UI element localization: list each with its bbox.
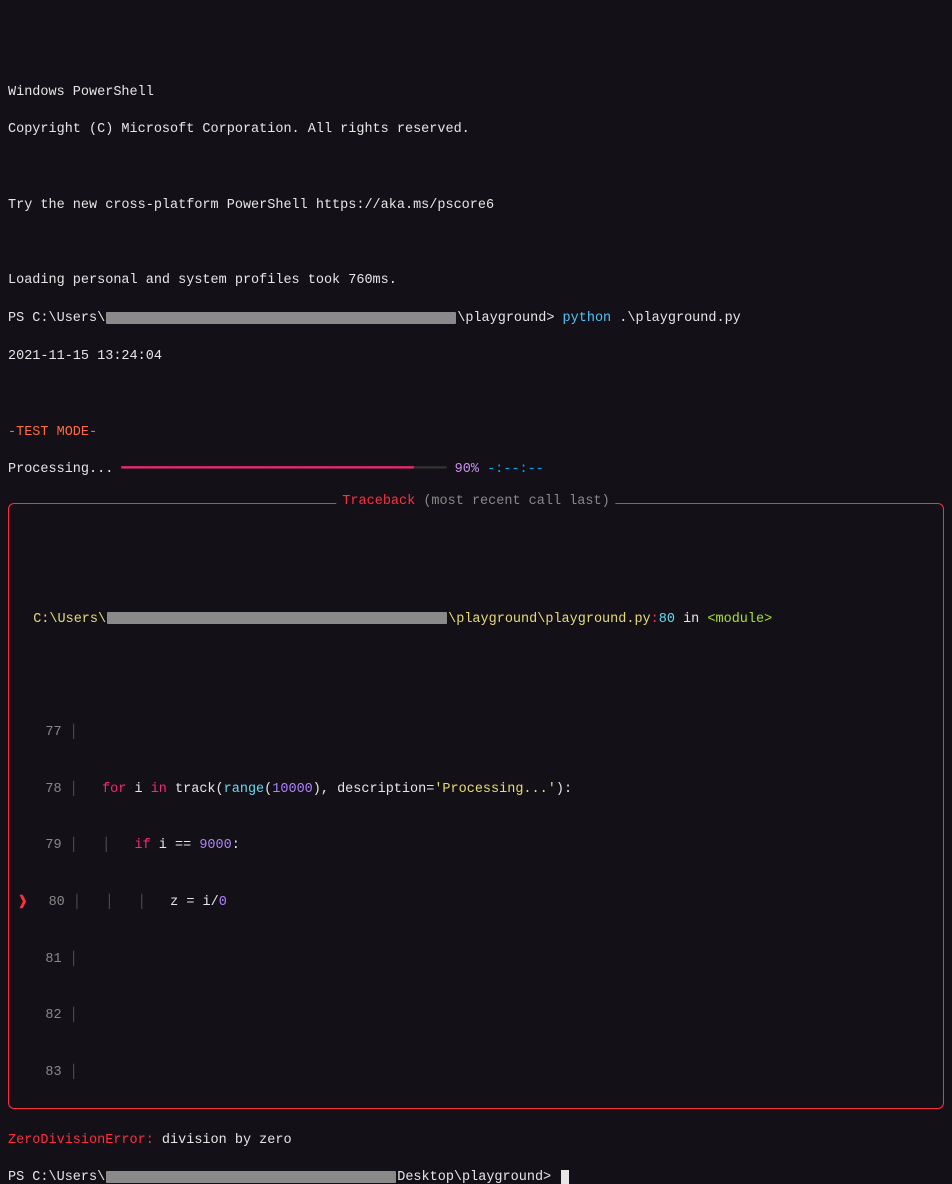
prompt-line-1[interactable]: PS C:\Users\ \playground> python .\playgr… — [8, 310, 944, 329]
error-message: division by zero — [154, 1133, 292, 1148]
prompt-prefix: PS C:\Users\ — [8, 311, 105, 326]
cursor-icon — [561, 1170, 569, 1184]
prompt-line-2[interactable]: PS C:\Users\Desktop\playground> — [8, 1169, 944, 1184]
code-line-79: 79 │ │ if i == 9000: — [17, 837, 935, 856]
ps-header-3: Try the new cross-platform PowerShell ht… — [8, 197, 944, 216]
progress-bar: Processing... ━━━━━━━━━━━━━━━━━━━━━━━━━━… — [8, 461, 944, 480]
error-line: ZeroDivisionError: division by zero — [8, 1132, 944, 1151]
ps-header-4: Loading personal and system profiles too… — [8, 272, 944, 291]
error-arrow-icon: ❱ — [17, 895, 36, 910]
progress-percent: 90% — [455, 462, 479, 477]
test-mode-label: -TEST MODE- — [8, 424, 944, 443]
traceback-title: Traceback (most recent call last) — [336, 493, 615, 512]
code-line-78: 78 │ for i in track(range(10000), descri… — [17, 781, 935, 800]
code-line-77: 77 │ — [17, 724, 935, 743]
traceback-box: Traceback (most recent call last) C:\Use… — [8, 503, 944, 1109]
timestamp: 2021-11-15 13:24:04 — [8, 348, 944, 367]
redacted-path-2 — [106, 1171, 396, 1183]
command-python: python — [563, 311, 612, 326]
code-line-80: ❱ 80 │ │ │ z = i/0 — [17, 894, 935, 913]
code-line-82: 82 │ — [17, 1007, 935, 1026]
code-line-81: 81 │ — [17, 951, 935, 970]
prompt-suffix: \playground> — [457, 311, 562, 326]
traceback-location: C:\Users\\playground\playground.py:80 in… — [17, 611, 935, 630]
ps-header-2: Copyright (C) Microsoft Corporation. All… — [8, 121, 944, 140]
progress-label: Processing... — [8, 462, 121, 477]
error-name: ZeroDivisionError: — [8, 1133, 154, 1148]
command-arg: .\playground.py — [611, 311, 741, 326]
ps-header-1: Windows PowerShell — [8, 84, 944, 103]
progress-empty: ━━━━ — [414, 462, 447, 477]
progress-fill: ━━━━━━━━━━━━━━━━━━━━━━━━━━━━━━━━━━━━ — [121, 462, 414, 477]
redacted-path — [106, 312, 456, 324]
code-line-83: 83 │ — [17, 1064, 935, 1083]
progress-eta: -:--:-- — [479, 462, 544, 477]
